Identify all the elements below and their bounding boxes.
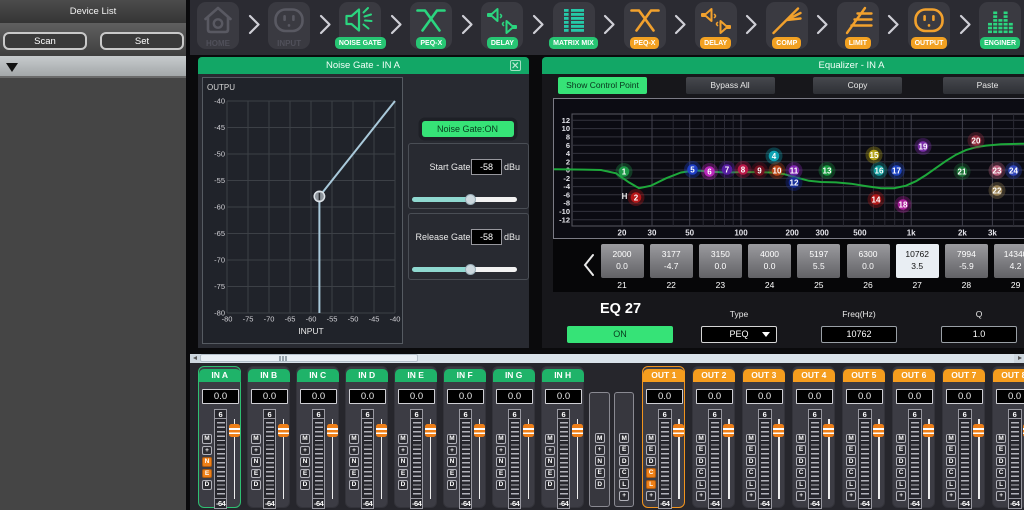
svg-text:15: 15 <box>870 150 879 159</box>
svg-text:-60: -60 <box>306 315 317 324</box>
svg-text:-45: -45 <box>214 123 225 132</box>
svg-text:500: 500 <box>853 228 867 237</box>
svg-text:5: 5 <box>690 165 695 174</box>
svg-text:10: 10 <box>773 166 782 175</box>
svg-text:-80: -80 <box>222 315 233 324</box>
svg-text:7: 7 <box>725 165 730 174</box>
svg-text:23: 23 <box>993 166 1002 175</box>
svg-text:-55: -55 <box>214 176 225 185</box>
svg-text:-65: -65 <box>214 229 225 238</box>
svg-text:2k: 2k <box>958 228 967 237</box>
svg-text:9: 9 <box>757 166 762 175</box>
svg-text:2: 2 <box>634 193 639 202</box>
svg-text:H: H <box>622 192 628 201</box>
svg-text:-12: -12 <box>559 215 570 224</box>
svg-text:-75: -75 <box>214 282 225 291</box>
svg-text:16: 16 <box>875 166 884 175</box>
svg-text:3k: 3k <box>988 228 997 237</box>
svg-text:20: 20 <box>972 136 981 145</box>
svg-text:13: 13 <box>823 166 832 175</box>
svg-text:50: 50 <box>685 228 694 237</box>
svg-text:100: 100 <box>734 228 748 237</box>
svg-text:1k: 1k <box>907 228 916 237</box>
svg-text:-70: -70 <box>264 315 275 324</box>
svg-text:21: 21 <box>958 167 967 176</box>
svg-text:-40: -40 <box>390 315 401 324</box>
svg-text:24: 24 <box>1009 166 1018 175</box>
svg-text:-55: -55 <box>327 315 338 324</box>
svg-text:8: 8 <box>741 165 746 174</box>
svg-text:-60: -60 <box>214 203 225 212</box>
svg-text:-50: -50 <box>214 150 225 159</box>
svg-text:11: 11 <box>790 166 799 175</box>
svg-text:12: 12 <box>790 178 799 187</box>
svg-text:-50: -50 <box>348 315 359 324</box>
svg-text:17: 17 <box>892 166 901 175</box>
svg-text:20: 20 <box>618 228 627 237</box>
svg-text:22: 22 <box>993 186 1002 195</box>
svg-text:INPUT: INPUT <box>298 326 324 336</box>
svg-text:OUTPU: OUTPU <box>207 83 235 92</box>
svg-text:-65: -65 <box>285 315 296 324</box>
svg-text:30: 30 <box>648 228 657 237</box>
svg-text:-40: -40 <box>214 97 225 106</box>
svg-text:18: 18 <box>899 200 908 209</box>
svg-text:300: 300 <box>816 228 830 237</box>
svg-text:14: 14 <box>872 195 881 204</box>
svg-text:200: 200 <box>786 228 800 237</box>
svg-text:-45: -45 <box>369 315 380 324</box>
svg-text:4: 4 <box>772 151 777 160</box>
svg-text:6: 6 <box>707 167 712 176</box>
svg-text:-75: -75 <box>243 315 254 324</box>
svg-text:-70: -70 <box>214 256 225 265</box>
svg-text:1: 1 <box>622 167 627 176</box>
svg-text:19: 19 <box>919 142 928 151</box>
